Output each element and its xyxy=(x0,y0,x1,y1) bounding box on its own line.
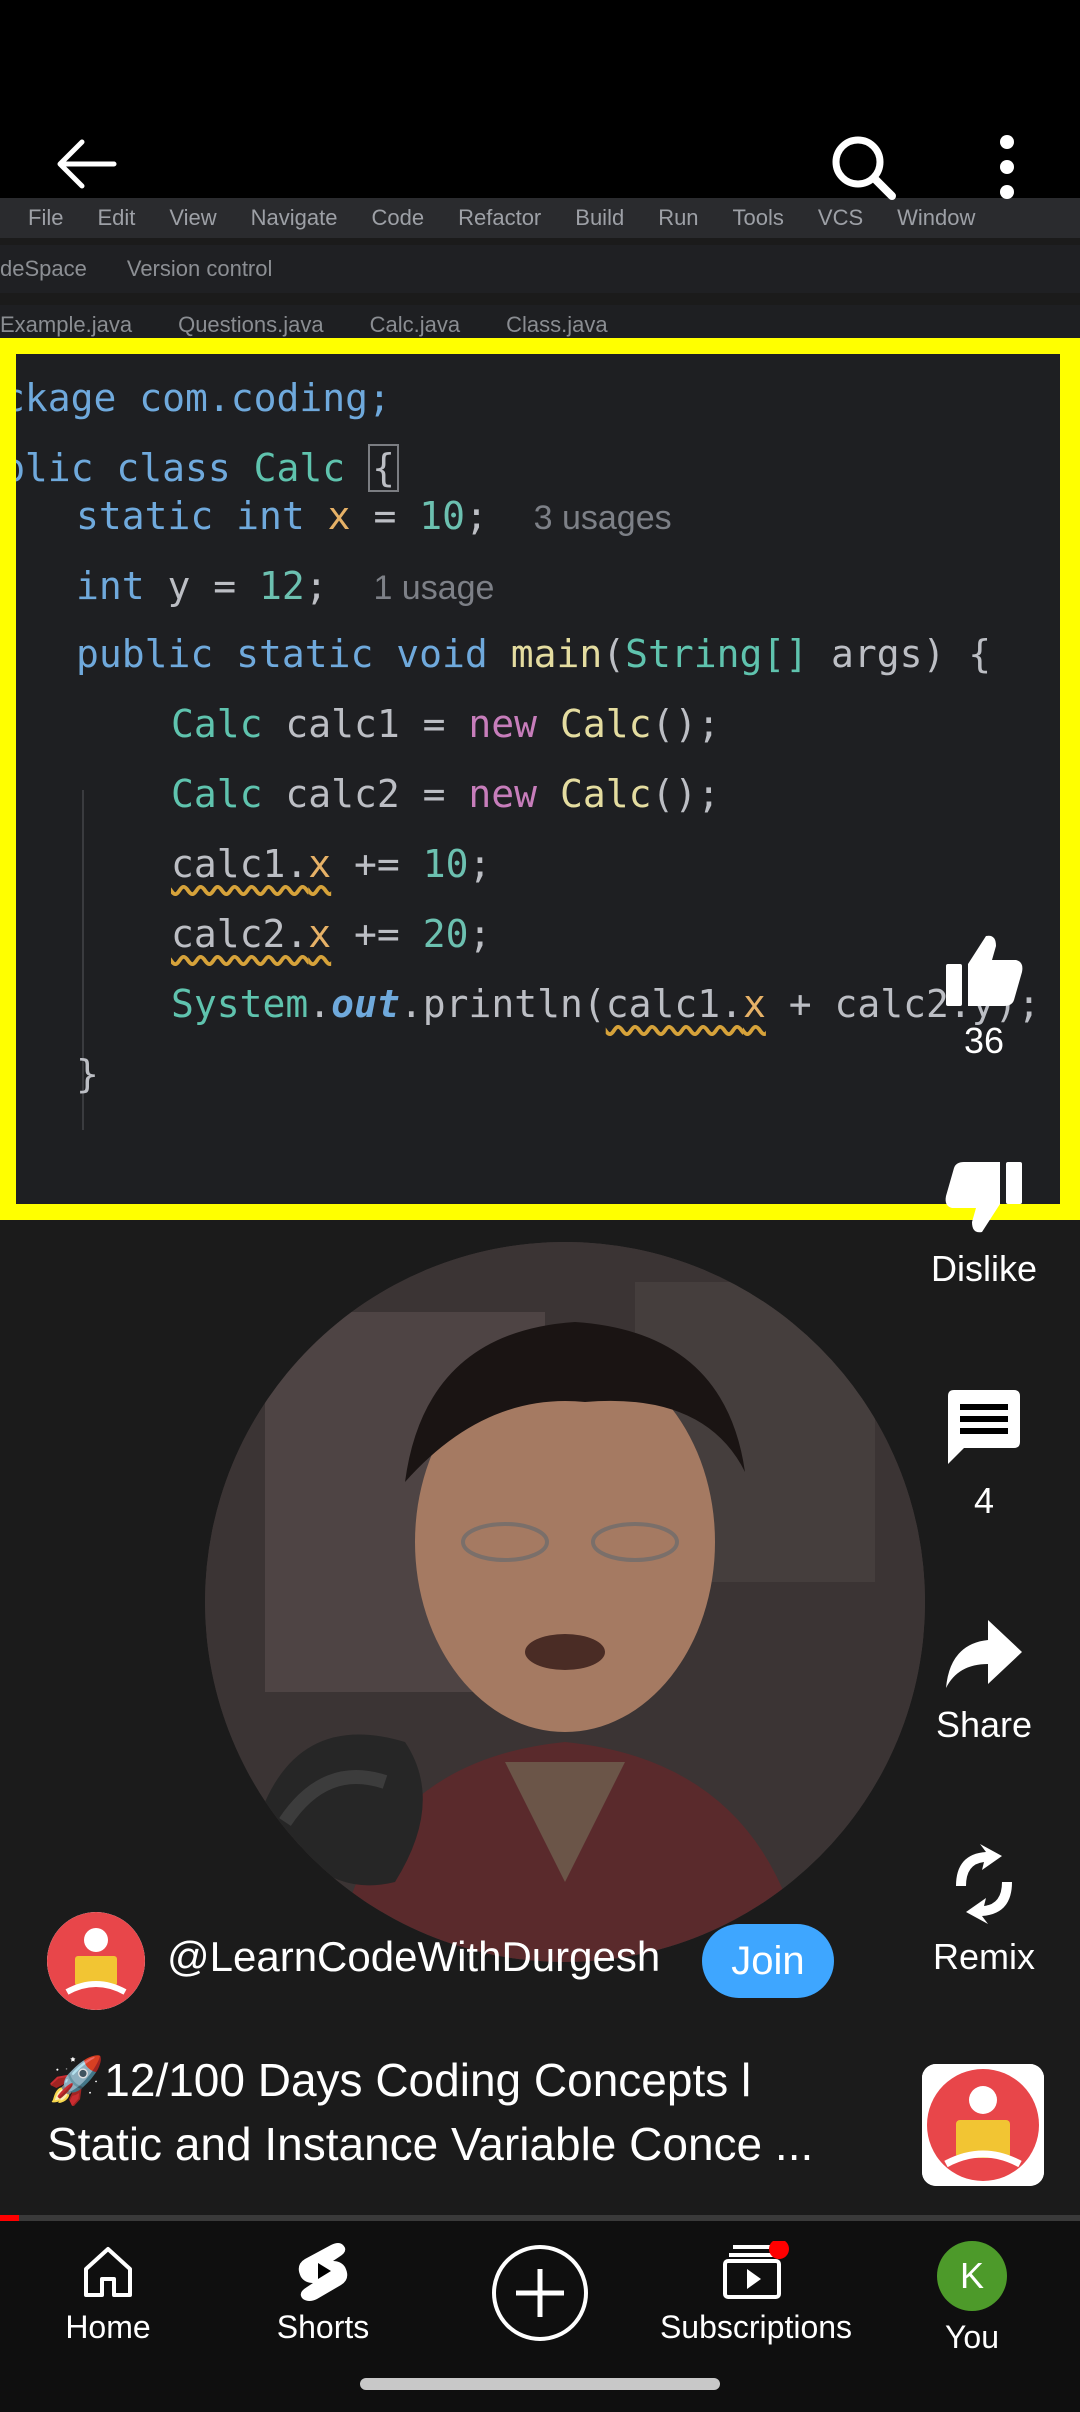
nav-shorts-label: Shorts xyxy=(276,2309,370,2345)
ide-menu-item: File xyxy=(28,205,64,230)
code-line-calc1-x: calc1.x += 10; xyxy=(171,842,492,886)
search-icon xyxy=(832,136,896,200)
ide-toolbar: deSpace Version control xyxy=(0,245,1080,293)
remix-icon xyxy=(956,1844,1012,1924)
video-title-line: 🚀12/100 Days Coding Concepts l xyxy=(47,2054,752,2106)
ide-menu-item: Tools xyxy=(732,205,784,230)
usage-hint: 1 usage xyxy=(373,569,495,607)
ide-tab: Questions.java xyxy=(178,312,324,337)
thumbs-down-icon xyxy=(945,1162,1022,1233)
code-line-static-x: static int x = 10; 3 usages xyxy=(76,494,672,538)
join-button[interactable]: Join xyxy=(702,1924,834,1998)
code-line-class-decl: blic class Calc { xyxy=(16,444,399,492)
dislike-label: Dislike xyxy=(930,1248,1037,1289)
remix-label: Remix xyxy=(932,1936,1035,1977)
nav-shorts[interactable]: Shorts xyxy=(223,2241,423,2346)
user-avatar: K xyxy=(937,2241,1007,2311)
highlighted-code-frame: ckage com.coding; blic class Calc { stat… xyxy=(0,338,1080,1220)
code-line-calc1: Calc calc1 = new Calc(); xyxy=(171,702,721,746)
share-label: Share xyxy=(935,1704,1033,1745)
ide-menu-item: Edit xyxy=(97,205,136,230)
comments-button[interactable]: 4 xyxy=(909,1386,1059,1522)
nav-you-label: You xyxy=(945,2319,999,2355)
ide-tab: Example.java xyxy=(0,312,133,337)
ide-menu-item: View xyxy=(169,205,217,230)
like-button[interactable]: 36 xyxy=(909,930,1059,1062)
usage-hint: 3 usages xyxy=(533,499,672,537)
ide-menu-item: Run xyxy=(658,205,699,230)
ide-menu-item: Build xyxy=(575,205,625,230)
channel-avatar[interactable] xyxy=(47,1912,145,2010)
channel-handle[interactable]: @LearnCodeWithDurgesh xyxy=(167,1933,660,1981)
like-count: 36 xyxy=(963,1020,1005,1061)
share-arrow-icon xyxy=(946,1620,1022,1688)
home-indicator xyxy=(360,2378,720,2390)
ide-version-control: Version control xyxy=(126,256,273,281)
sound-thumbnail[interactable] xyxy=(922,2064,1044,2186)
code-line-calc2: Calc calc2 = new Calc(); xyxy=(171,772,721,816)
more-vert-icon xyxy=(1000,135,1014,199)
add-circle-icon xyxy=(492,2245,588,2341)
ide-menubar: File Edit View Navigate Code Refactor Bu… xyxy=(0,198,1080,238)
nav-subscriptions-label: Subscriptions xyxy=(659,2309,853,2345)
nav-home-label: Home xyxy=(65,2309,151,2345)
ide-workspace: deSpace xyxy=(0,256,87,281)
create-button[interactable] xyxy=(440,2243,640,2351)
shorts-icon xyxy=(298,2243,348,2301)
ide-menu-item: Window xyxy=(897,205,976,230)
home-icon xyxy=(84,2247,132,2297)
ide-tab: Class.java xyxy=(506,312,608,337)
more-options-button[interactable] xyxy=(985,132,1029,202)
code-line-main: public static void main(String[] args) { xyxy=(76,632,992,676)
video-title[interactable]: 🚀12/100 Days Coding Concepts l Static an… xyxy=(47,2048,867,2176)
back-button[interactable] xyxy=(52,134,122,194)
presenter-illustration xyxy=(205,1242,925,1962)
arrow-left-icon xyxy=(57,139,117,189)
nav-home[interactable]: Home xyxy=(8,2241,208,2346)
nav-you[interactable]: K You xyxy=(872,2241,1072,2356)
dislike-button[interactable]: Dislike xyxy=(909,1158,1059,1290)
video-letterbox-top xyxy=(0,0,1080,198)
ide-menu-item: Navigate xyxy=(250,205,338,230)
presenter-video xyxy=(205,1242,925,1962)
subscriptions-icon xyxy=(723,2241,789,2299)
ide-menu-item: Refactor xyxy=(458,205,542,230)
nav-subscriptions[interactable]: Subscriptions xyxy=(656,2241,856,2346)
code-line-close-brace: } xyxy=(76,1052,99,1096)
code-line-calc2-x: calc2.x += 20; xyxy=(171,912,492,956)
channel-logo-icon xyxy=(47,1912,145,2010)
search-button[interactable] xyxy=(828,132,898,202)
comment-icon xyxy=(948,1390,1020,1464)
comment-count: 4 xyxy=(973,1480,995,1521)
video-title-line: Static and Instance Variable Conce ... xyxy=(47,2118,814,2170)
ide-tab: Calc.java xyxy=(369,312,461,337)
thumbs-up-icon xyxy=(946,935,1023,1006)
code-line-package: ckage com.coding; xyxy=(2,376,391,420)
code-line-int-y: int y = 12; 1 usage xyxy=(76,564,495,608)
ide-menu-item: VCS xyxy=(817,205,864,230)
ide-menu-item: Code xyxy=(371,205,425,230)
share-button[interactable]: Share xyxy=(909,1614,1059,1746)
channel-logo-icon xyxy=(922,2064,1044,2186)
remix-button[interactable]: Remix xyxy=(909,1842,1059,1978)
